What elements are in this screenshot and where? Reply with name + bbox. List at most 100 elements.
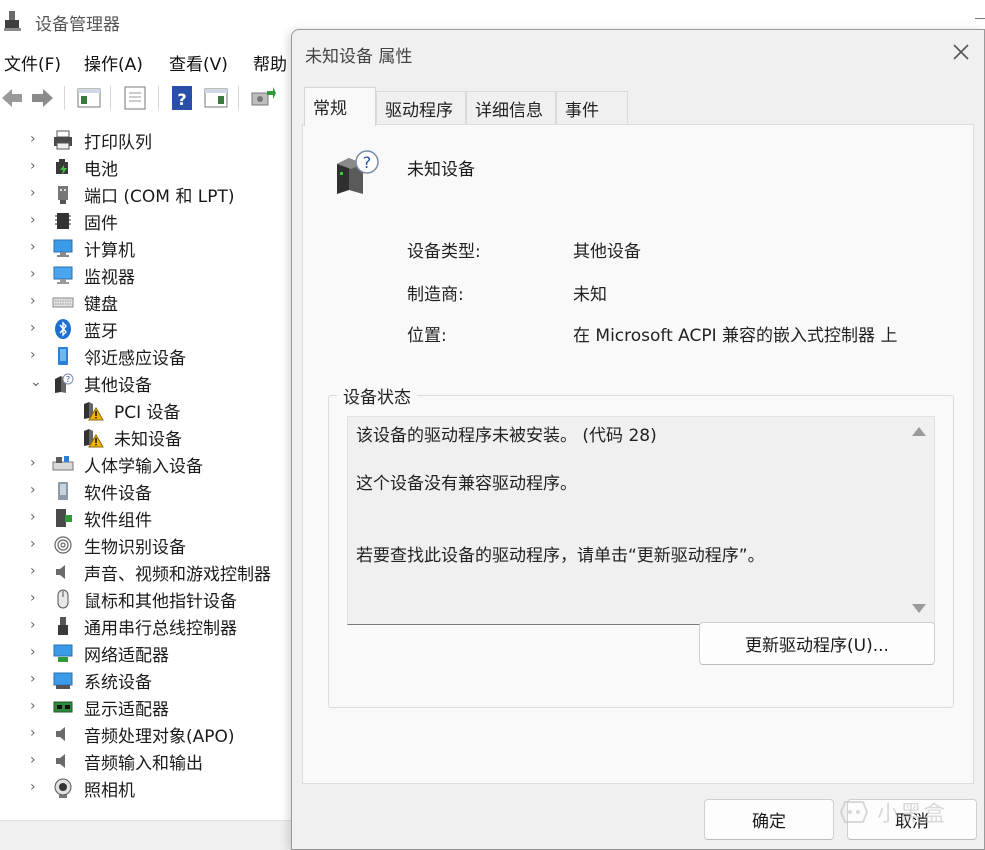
update-driver-button[interactable]: 更新驱动程序(U)... bbox=[699, 622, 935, 665]
action-pane-icon[interactable] bbox=[203, 84, 229, 112]
tree-category-item[interactable]: › 电池 bbox=[0, 153, 300, 180]
tree-category-item[interactable]: › 音频输入和输出 bbox=[0, 747, 300, 774]
system-device-icon bbox=[53, 672, 73, 689]
chevron-right-icon[interactable]: › bbox=[30, 589, 42, 607]
menu-action[interactable]: 操作(A) bbox=[84, 50, 143, 75]
tree-category-item[interactable]: › 蓝牙 bbox=[0, 315, 300, 342]
menu-view[interactable]: 查看(V) bbox=[169, 50, 228, 75]
dm-menubar: 文件(F) 操作(A) 查看(V) 帮助 bbox=[0, 46, 300, 78]
chevron-right-icon[interactable]: › bbox=[30, 697, 42, 715]
unknown-device-icon: ? bbox=[337, 150, 379, 194]
printer-icon bbox=[54, 130, 72, 150]
tree-category-item[interactable]: › 鼠标和其他指针设备 bbox=[0, 585, 300, 612]
unknown-device-icon: ? bbox=[55, 373, 74, 393]
chevron-right-icon[interactable]: › bbox=[30, 265, 42, 283]
chevron-right-icon[interactable]: › bbox=[30, 778, 42, 796]
chevron-right-icon[interactable]: › bbox=[30, 319, 42, 337]
scroll-up-arrow-icon[interactable] bbox=[912, 427, 926, 436]
chevron-right-icon[interactable]: › bbox=[30, 562, 42, 580]
device-status-textbox[interactable]: 该设备的驱动程序未被安装。 (代码 28) 这个设备没有兼容驱动程序。 若要查找… bbox=[347, 416, 935, 625]
chevron-right-icon[interactable]: › bbox=[30, 130, 42, 148]
chevron-right-icon[interactable]: › bbox=[30, 508, 42, 526]
location-value: 在 Microsoft ACPI 兼容的嵌入式控制器 上 bbox=[573, 326, 898, 346]
tree-category-item[interactable]: › 软件组件 bbox=[0, 504, 300, 531]
tree-category-item[interactable]: › 监视器 bbox=[0, 261, 300, 288]
tab-general[interactable]: 常规 bbox=[304, 87, 376, 126]
menu-file[interactable]: 文件(F) bbox=[4, 50, 61, 75]
tree-category-item[interactable]: › 声音、视频和游戏控制器 bbox=[0, 558, 300, 585]
help-icon[interactable]: ? bbox=[171, 84, 193, 112]
tree-category-item[interactable]: › 生物识别设备 bbox=[0, 531, 300, 558]
tree-category-item[interactable]: › 照相机 bbox=[0, 774, 300, 801]
tree-category-item[interactable]: › 键盘 bbox=[0, 288, 300, 315]
mouse-icon bbox=[57, 589, 69, 609]
tree-category-item[interactable]: › 计算机 bbox=[0, 234, 300, 261]
tree-category-item[interactable]: ⌄? 其他设备 bbox=[0, 369, 300, 396]
chevron-right-icon[interactable]: › bbox=[30, 616, 42, 634]
chevron-right-icon[interactable]: › bbox=[30, 724, 42, 742]
watermark-logo: 小黑盒 bbox=[839, 796, 959, 828]
display-adapter-icon bbox=[53, 701, 73, 713]
svg-text:?: ? bbox=[177, 90, 186, 109]
fingerprint-icon bbox=[54, 536, 72, 554]
tree-item-label: 生物识别设备 bbox=[84, 538, 186, 558]
tree-item-label: 软件组件 bbox=[84, 511, 152, 531]
tree-category-item[interactable]: › 邻近感应设备 bbox=[0, 342, 300, 369]
chevron-down-icon[interactable]: ⌄ bbox=[30, 373, 42, 391]
tree-category-item[interactable]: › 网络适配器 bbox=[0, 639, 300, 666]
forward-arrow-icon[interactable] bbox=[29, 84, 55, 112]
tree-category-item[interactable]: › 打印队列 bbox=[0, 126, 300, 153]
location-label: 位置: bbox=[407, 326, 447, 346]
minimize-icon[interactable] bbox=[975, 18, 985, 19]
chevron-right-icon[interactable]: › bbox=[30, 535, 42, 553]
svg-text:?: ? bbox=[66, 375, 70, 384]
scroll-down-arrow-icon[interactable] bbox=[912, 604, 926, 613]
tree-item-label: PCI 设备 bbox=[114, 403, 181, 423]
chevron-right-icon[interactable]: › bbox=[30, 454, 42, 472]
tree-category-item[interactable]: › 系统设备 bbox=[0, 666, 300, 693]
tab-driver[interactable]: 驱动程序 bbox=[376, 91, 466, 125]
properties-icon[interactable] bbox=[122, 84, 148, 112]
general-tab-panel: ? 未知设备 设备类型: 其他设备 制造商: 未知 位置: 在 Microsof… bbox=[302, 124, 974, 784]
device-type-value: 其他设备 bbox=[573, 242, 641, 262]
tree-child-item[interactable]: PCI 设备 bbox=[0, 396, 300, 423]
tree-category-item[interactable]: › 固件 bbox=[0, 207, 300, 234]
tree-category-item[interactable]: › 人体学输入设备 bbox=[0, 450, 300, 477]
back-arrow-icon[interactable] bbox=[0, 84, 24, 112]
tree-category-item[interactable]: › 音频处理对象(APO) bbox=[0, 720, 300, 747]
tree-item-label: 计算机 bbox=[84, 241, 135, 261]
tree-category-item[interactable]: › 软件设备 bbox=[0, 477, 300, 504]
chevron-right-icon[interactable]: › bbox=[30, 238, 42, 256]
chevron-right-icon[interactable]: › bbox=[30, 481, 42, 499]
tab-details[interactable]: 详细信息 bbox=[466, 91, 556, 125]
svg-text:?: ? bbox=[363, 153, 372, 172]
tree-item-label: 打印队列 bbox=[84, 133, 152, 153]
camera-icon bbox=[54, 778, 72, 798]
close-icon[interactable] bbox=[949, 40, 973, 64]
ok-button[interactable]: 确定 bbox=[704, 799, 834, 840]
tree-item-label: 电池 bbox=[84, 160, 118, 180]
hid-icon bbox=[52, 456, 74, 471]
chevron-right-icon[interactable]: › bbox=[30, 751, 42, 769]
device-name: 未知设备 bbox=[407, 160, 475, 180]
tree-category-item[interactable]: › 端口 (COM 和 LPT) bbox=[0, 180, 300, 207]
chevron-right-icon[interactable]: › bbox=[30, 670, 42, 688]
chevron-right-icon[interactable]: › bbox=[30, 643, 42, 661]
tab-events[interactable]: 事件 bbox=[556, 91, 628, 125]
tree-category-item[interactable]: › 显示适配器 bbox=[0, 693, 300, 720]
show-hide-tree-icon[interactable] bbox=[76, 84, 102, 112]
chevron-right-icon[interactable]: › bbox=[30, 292, 42, 310]
chevron-right-icon[interactable]: › bbox=[30, 346, 42, 364]
tree-child-item[interactable]: 未知设备 bbox=[0, 423, 300, 450]
tree-item-label: 软件设备 bbox=[84, 484, 152, 504]
tree-category-item[interactable]: › 通用串行总线控制器 bbox=[0, 612, 300, 639]
port-icon bbox=[58, 186, 68, 204]
chevron-right-icon[interactable]: › bbox=[30, 211, 42, 229]
bluetooth-icon bbox=[55, 319, 71, 339]
scan-hardware-icon[interactable] bbox=[249, 84, 277, 112]
chevron-right-icon[interactable]: › bbox=[30, 157, 42, 175]
speaker-icon bbox=[56, 565, 65, 579]
menu-help[interactable]: 帮助 bbox=[253, 50, 287, 75]
chevron-right-icon[interactable]: › bbox=[30, 184, 42, 202]
status-line: 若要查找此设备的驱动程序，请单击“更新驱动程序”。 bbox=[356, 546, 765, 566]
